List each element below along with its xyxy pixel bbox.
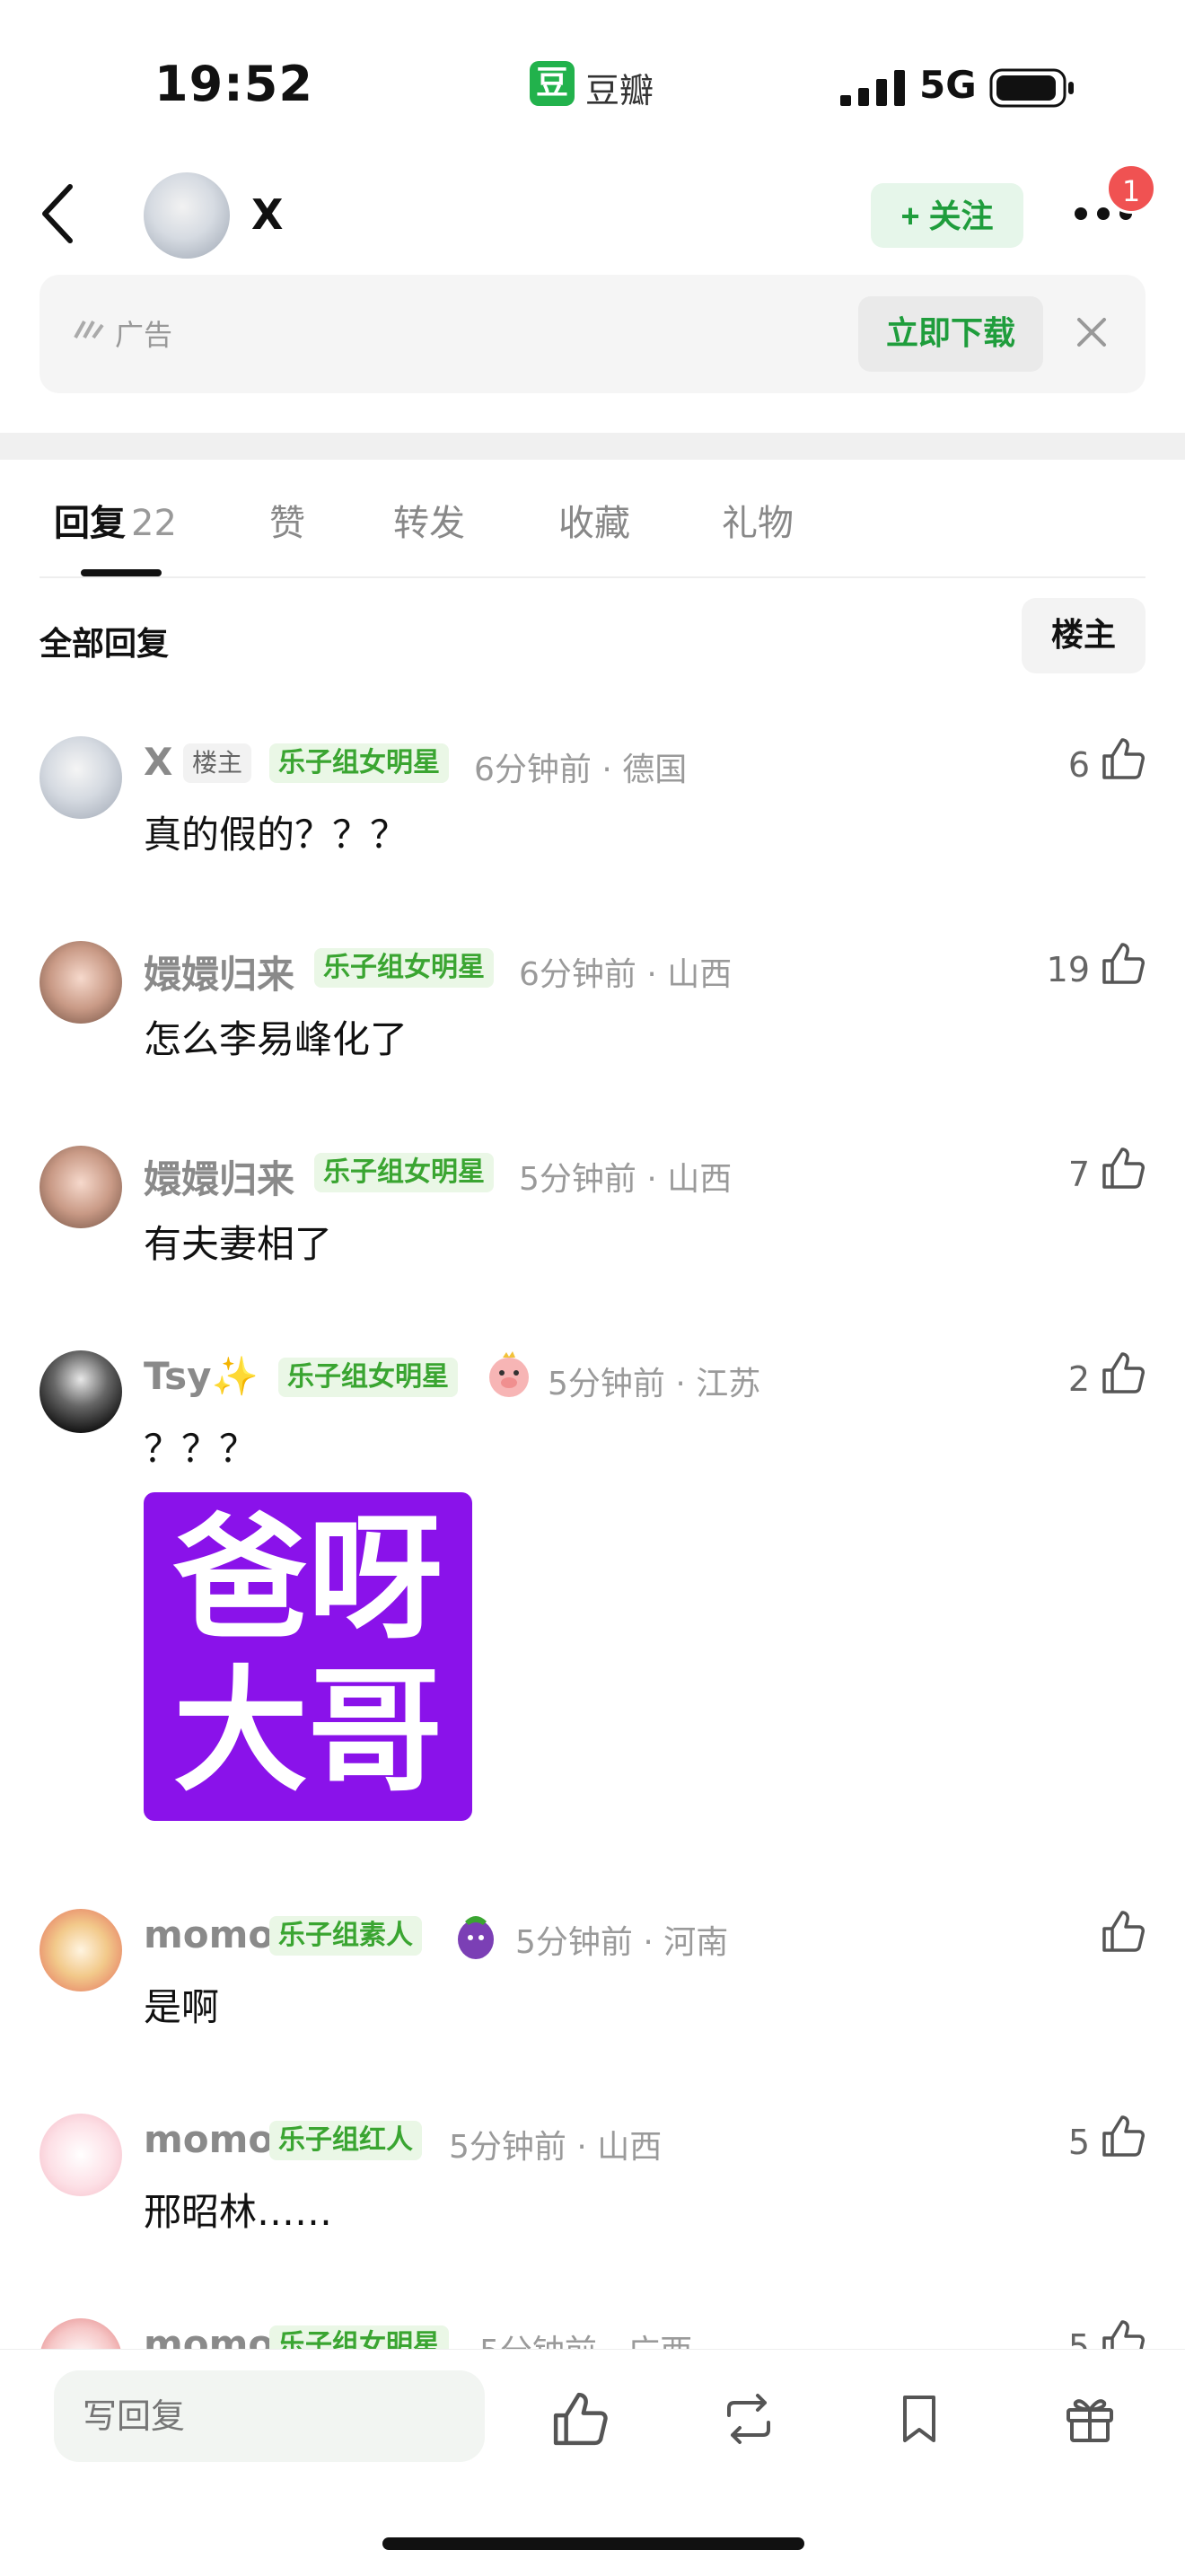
- ad-label: 广告: [115, 318, 173, 352]
- status-app-name: 豆瓣: [585, 71, 654, 110]
- network-type: 5G: [919, 63, 977, 107]
- comment-text: 有夫妻相了: [144, 1222, 333, 1266]
- like-count: 19: [1046, 950, 1090, 989]
- thumbs-up-icon[interactable]: [1101, 1909, 1146, 1954]
- all-replies-title: 全部回复: [40, 626, 170, 663]
- rank-badge: 乐子组女明星: [278, 1358, 458, 1397]
- comment-meta: 5分钟前 · 江苏: [548, 1366, 761, 1402]
- rank-badge: 乐子组女明星: [269, 743, 449, 783]
- tab-replies-label: 回复: [54, 503, 126, 544]
- back-icon[interactable]: [36, 180, 81, 248]
- battery-icon: [989, 68, 1074, 108]
- comment-avatar[interactable]: [40, 1909, 122, 1991]
- comment-author[interactable]: X: [144, 740, 172, 784]
- thumbs-up-icon[interactable]: [1101, 1350, 1146, 1395]
- op-only-filter-button[interactable]: 楼主: [1022, 598, 1146, 673]
- rank-badge: 乐子组素人: [269, 1916, 422, 1956]
- comment-avatar[interactable]: [40, 941, 122, 1024]
- comment-author[interactable]: 嬛嬛归来: [144, 1149, 294, 1204]
- douban-app-icon: 豆: [530, 61, 575, 106]
- comment-text: 是啊: [144, 1985, 220, 2029]
- rank-badge: 乐子组女明星: [314, 1153, 494, 1192]
- like-count: 6: [1067, 745, 1090, 785]
- thumbs-up-icon[interactable]: [1101, 736, 1146, 781]
- close-icon[interactable]: [1074, 314, 1110, 350]
- comment-meta: 5分钟前 · 河南: [515, 1924, 729, 1961]
- tab-reposts[interactable]: 转发: [393, 494, 465, 546]
- pig-emoji-icon: [489, 1351, 529, 1397]
- sticker-text-line1: 爸呀: [172, 1501, 443, 1657]
- reply-input[interactable]: [54, 2370, 485, 2462]
- like-count: 2: [1067, 1359, 1090, 1399]
- tab-gifts[interactable]: 礼物: [722, 494, 794, 546]
- thumbs-up-icon[interactable]: [1101, 941, 1146, 986]
- comment-text: ？？？: [144, 1427, 258, 1471]
- sticker-image[interactable]: 爸呀 大哥: [144, 1492, 472, 1821]
- comment-author[interactable]: 嬛嬛归来: [144, 945, 294, 999]
- notification-badge: 1: [1106, 163, 1156, 214]
- status-time: 19:52: [154, 56, 313, 112]
- tab-collections[interactable]: 收藏: [558, 494, 630, 546]
- signal-icon: [840, 70, 905, 106]
- op-badge: 楼主: [183, 743, 252, 783]
- comment-author[interactable]: Tsy✨: [144, 1354, 259, 1399]
- rank-badge: 乐子组女明星: [314, 948, 494, 988]
- bookmark-icon[interactable]: [891, 2390, 948, 2448]
- header-avatar[interactable]: [144, 172, 230, 259]
- eggplant-emoji-icon: [458, 1916, 494, 1959]
- ad-download-button[interactable]: 立即下载: [858, 296, 1043, 372]
- rank-badge: 乐子组红人: [269, 2121, 422, 2160]
- thumbs-up-icon[interactable]: [551, 2390, 609, 2448]
- header-user-name[interactable]: X: [251, 190, 283, 239]
- like-count: 5: [1067, 2123, 1090, 2162]
- comment-avatar[interactable]: [40, 1146, 122, 1228]
- sticker-text-line2: 大哥: [172, 1654, 443, 1810]
- comment-avatar[interactable]: [40, 2114, 122, 2196]
- ad-mark-icon: [74, 321, 104, 339]
- repost-icon[interactable]: [720, 2390, 777, 2448]
- tab-replies[interactable]: 回复 22: [54, 494, 177, 546]
- tab-likes[interactable]: 赞: [269, 494, 305, 546]
- comment-meta: 5分钟前 · 山西: [519, 1161, 733, 1198]
- comment-text: 真的假的？？？: [144, 813, 408, 857]
- comment-text: 邢昭林……: [144, 2190, 333, 2234]
- comment-text: 怎么李易峰化了: [144, 1017, 408, 1061]
- follow-button[interactable]: + 关注: [871, 183, 1023, 248]
- comment-meta: 6分钟前 · 德国: [474, 752, 688, 788]
- comment-avatar[interactable]: [40, 1350, 122, 1433]
- tab-divider: [40, 576, 1146, 578]
- thumbs-up-icon[interactable]: [1101, 1146, 1146, 1191]
- section-divider: [0, 433, 1185, 460]
- gift-icon[interactable]: [1061, 2390, 1119, 2448]
- comment-author[interactable]: momo: [144, 2117, 274, 2161]
- like-count: 7: [1067, 1155, 1090, 1194]
- tab-replies-count: 22: [131, 503, 177, 544]
- comment-meta: 6分钟前 · 山西: [519, 956, 733, 993]
- comment-author[interactable]: momo: [144, 1912, 274, 1956]
- thumbs-up-icon[interactable]: [1101, 2114, 1146, 2158]
- home-indicator[interactable]: [382, 2537, 804, 2550]
- active-tab-indicator: [81, 569, 162, 576]
- comment-meta: 5分钟前 · 山西: [449, 2129, 663, 2166]
- comment-avatar[interactable]: [40, 736, 122, 819]
